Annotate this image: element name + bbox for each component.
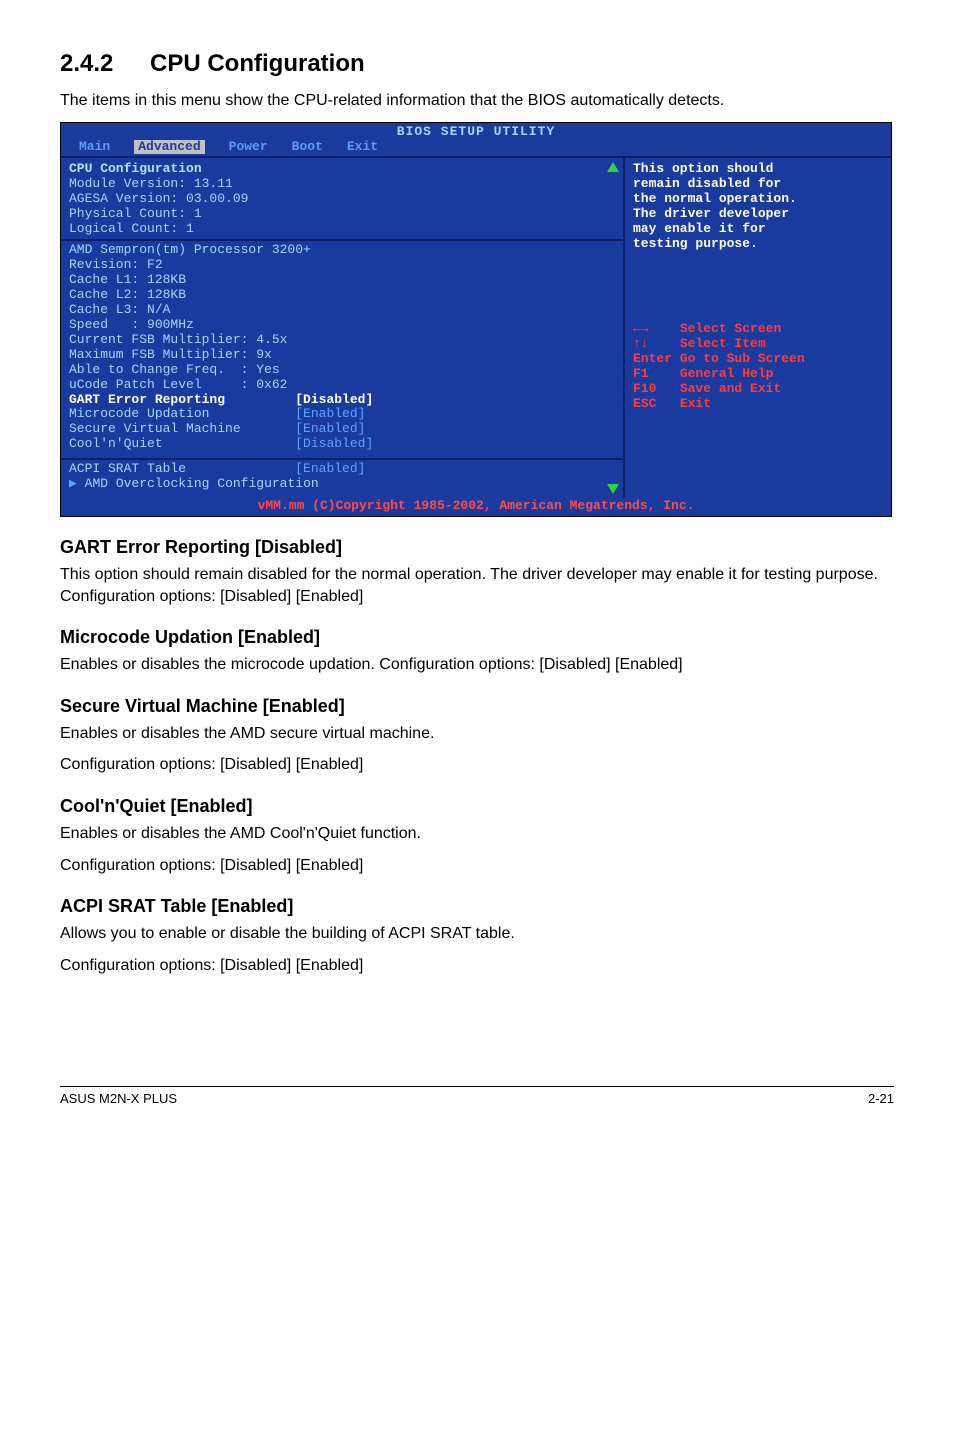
bios-menubar: Main Advanced Power Boot Exit	[69, 140, 883, 157]
processor-name: AMD Sempron(tm) Processor 3200+	[69, 243, 615, 258]
cool-text1: Enables or disables the AMD Cool'n'Quiet…	[60, 823, 894, 845]
cool-value: [Disabled]	[295, 436, 373, 451]
cpu-config-header: CPU Configuration	[69, 162, 615, 177]
microcode-row[interactable]: Microcode Updation [Enabled]	[69, 407, 615, 422]
footer-right: 2-21	[868, 1091, 894, 1106]
svm-text1: Enables or disables the AMD secure virtu…	[60, 723, 894, 745]
srat-text2: Configuration options: [Disabled] [Enabl…	[60, 955, 894, 977]
tab-advanced[interactable]: Advanced	[134, 140, 204, 155]
microcode-label: Microcode Updation	[69, 406, 209, 421]
help-line: may enable it for	[633, 222, 883, 237]
ucode-patch: uCode Patch Level : 0x62	[69, 378, 615, 393]
bios-title: BIOS SETUP UTILITY	[69, 125, 883, 140]
speed: Speed : 900MHz	[69, 318, 615, 333]
bios-window: BIOS SETUP UTILITY Main Advanced Power B…	[60, 122, 892, 518]
tab-power[interactable]: Power	[229, 140, 268, 155]
intro-text: The items in this menu show the CPU-rela…	[60, 90, 894, 112]
gart-label: GART Error Reporting	[69, 392, 225, 407]
page-heading: 2.4.2CPU Configuration	[60, 50, 894, 78]
page-footer: ASUS M2N-X PLUS 2-21	[60, 1086, 894, 1106]
able-change: Able to Change Freq. : Yes	[69, 363, 615, 378]
current-fsb: Current FSB Multiplier: 4.5x	[69, 333, 615, 348]
cache-l3: Cache L3: N/A	[69, 303, 615, 318]
key-help: F1 General Help	[633, 367, 883, 382]
footer-left: ASUS M2N-X PLUS	[60, 1091, 177, 1106]
help-line: The driver developer	[633, 207, 883, 222]
key-help: ↑↓ Select Item	[633, 337, 883, 352]
revision: Revision: F2	[69, 258, 615, 273]
cool-row[interactable]: Cool'n'Quiet [Disabled]	[69, 437, 615, 452]
physical-count: Physical Count: 1	[69, 207, 615, 222]
heading-number: 2.4.2	[60, 50, 150, 78]
module-version: Module Version: 13.11	[69, 177, 615, 192]
key-help: ESC Exit	[633, 397, 883, 412]
help-line: remain disabled for	[633, 177, 883, 192]
micro-heading: Microcode Updation [Enabled]	[60, 627, 894, 648]
cache-l2: Cache L2: 128KB	[69, 288, 615, 303]
key-help: F10 Save and Exit	[633, 382, 883, 397]
tab-boot[interactable]: Boot	[292, 140, 323, 155]
srat-value: [Enabled]	[295, 461, 365, 476]
amd-oc-label: AMD Overclocking Configuration	[85, 476, 319, 491]
cache-l1: Cache L1: 128KB	[69, 273, 615, 288]
max-fsb: Maximum FSB Multiplier: 9x	[69, 348, 615, 363]
submenu-icon: ▶	[69, 476, 85, 491]
svm-text2: Configuration options: [Disabled] [Enabl…	[60, 754, 894, 776]
bios-copyright: vMM.mm (C)Copyright 1985-2002, American …	[61, 498, 891, 516]
amd-oc-row[interactable]: ▶ AMD Overclocking Configuration	[69, 477, 615, 492]
gart-heading: GART Error Reporting [Disabled]	[60, 537, 894, 558]
scroll-up-icon[interactable]	[607, 162, 619, 172]
help-line: the normal operation.	[633, 192, 883, 207]
agesa-version: AGESA Version: 03.00.09	[69, 192, 615, 207]
heading-title: CPU Configuration	[150, 50, 365, 77]
microcode-value: [Enabled]	[295, 406, 365, 421]
cool-label: Cool'n'Quiet	[69, 436, 163, 451]
bios-right-pane: This option should remain disabled for t…	[625, 158, 891, 498]
srat-row[interactable]: ACPI SRAT Table [Enabled]	[69, 462, 615, 477]
micro-text: Enables or disables the microcode updati…	[60, 654, 894, 676]
cool-heading: Cool'n'Quiet [Enabled]	[60, 796, 894, 817]
srat-label: ACPI SRAT Table	[69, 461, 186, 476]
scroll-down-icon[interactable]	[607, 484, 619, 494]
bios-left-pane: CPU Configuration Module Version: 13.11 …	[61, 158, 625, 498]
svm-value: [Enabled]	[295, 421, 365, 436]
help-line: testing purpose.	[633, 237, 883, 252]
help-line: This option should	[633, 162, 883, 177]
logical-count: Logical Count: 1	[69, 222, 615, 237]
svm-row[interactable]: Secure Virtual Machine [Enabled]	[69, 422, 615, 437]
srat-text1: Allows you to enable or disable the buil…	[60, 923, 894, 945]
svm-label: Secure Virtual Machine	[69, 421, 241, 436]
gart-row[interactable]: GART Error Reporting [Disabled]	[69, 393, 615, 408]
srat-heading: ACPI SRAT Table [Enabled]	[60, 896, 894, 917]
key-help: Enter Go to Sub Screen	[633, 352, 883, 367]
tab-main[interactable]: Main	[79, 140, 110, 155]
key-help: ←→ Select Screen	[633, 322, 883, 337]
tab-exit[interactable]: Exit	[347, 140, 378, 155]
gart-value: [Disabled]	[295, 392, 373, 407]
svm-heading: Secure Virtual Machine [Enabled]	[60, 696, 894, 717]
cool-text2: Configuration options: [Disabled] [Enabl…	[60, 855, 894, 877]
gart-text: This option should remain disabled for t…	[60, 564, 894, 607]
